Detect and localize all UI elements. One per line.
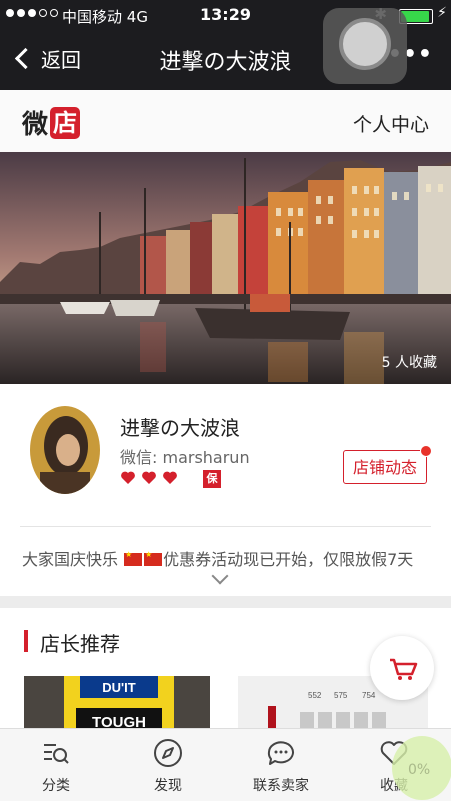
shop-header: 微 店 个人中心 [0, 90, 451, 152]
charging-icon: ⚡ [437, 5, 447, 21]
loading-percent: 0% [408, 762, 431, 778]
heart-icon [141, 470, 157, 486]
favorites-count: 5 人收藏 [381, 355, 437, 371]
chevron-down-icon[interactable] [211, 567, 229, 585]
guarantee-badge[interactable]: 保 [203, 470, 221, 488]
chat-bubble-icon [265, 737, 297, 769]
shop-name: 进撃の大波浪 [120, 416, 240, 440]
shop-rating [120, 470, 178, 486]
shop-avatar[interactable] [30, 406, 100, 494]
china-flag-icon [144, 550, 163, 566]
assistive-touch-button[interactable] [323, 8, 407, 84]
svg-text:575: 575 [334, 691, 348, 700]
shopping-cart-button[interactable] [370, 636, 434, 700]
wechat-id: 微信: marsharun [120, 448, 250, 467]
heart-icon [162, 470, 178, 486]
shop-notice[interactable]: 大家国庆快乐 优惠券活动现已开始，仅限放假7天 [22, 546, 413, 570]
tab-contact-seller[interactable]: 联系卖家 [225, 729, 337, 801]
section-title: 店长推荐 [40, 632, 120, 656]
svg-text:552: 552 [308, 691, 322, 700]
personal-center-link[interactable]: 个人中心 [353, 110, 429, 137]
svg-text:DU'IT: DU'IT [102, 680, 135, 695]
heart-icon [120, 470, 136, 486]
china-flag-icon [124, 550, 143, 566]
weidian-logo[interactable]: 微 店 [22, 104, 81, 141]
shopping-cart-icon [390, 658, 418, 680]
shop-profile-card: 进撃の大波浪 微信: marsharun 保 店铺动态 大家国庆快乐 优惠券活动… [0, 384, 451, 596]
shop-dynamic-button[interactable]: 店铺动态 [343, 445, 432, 484]
bottom-tab-bar: 分类 发现 联系卖家 收藏 [0, 728, 451, 801]
tab-category[interactable]: 分类 [0, 729, 112, 801]
divider [20, 526, 431, 527]
tab-discover[interactable]: 发现 [112, 729, 224, 801]
shop-banner-image: 5 人收藏 [0, 152, 451, 384]
notification-dot [420, 445, 432, 457]
section-marker [24, 630, 28, 652]
category-search-icon [40, 737, 72, 769]
compass-icon [152, 737, 184, 769]
